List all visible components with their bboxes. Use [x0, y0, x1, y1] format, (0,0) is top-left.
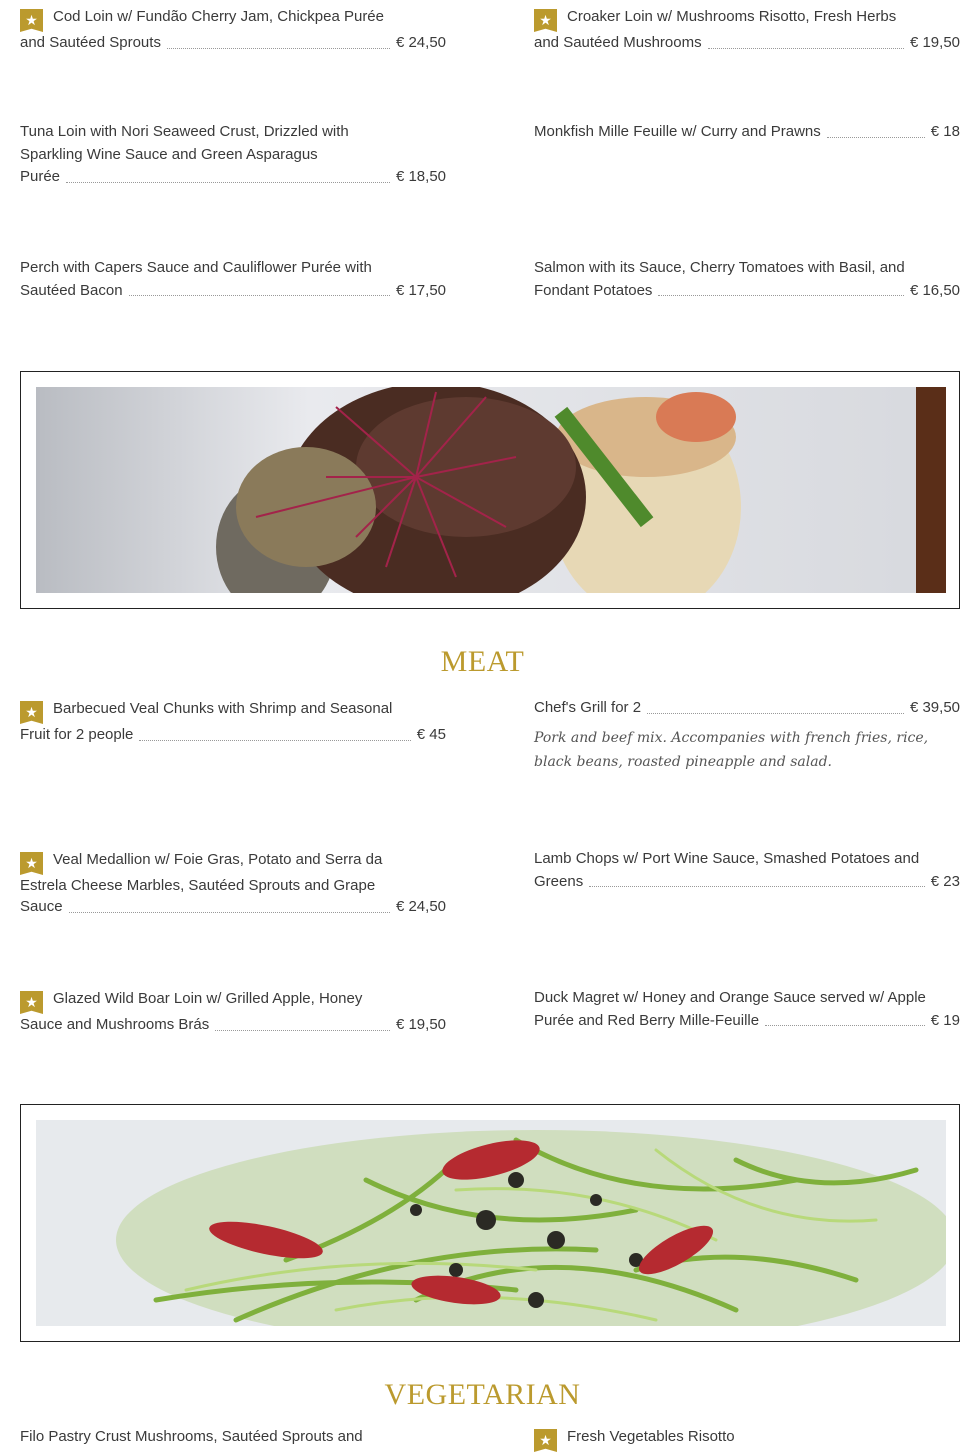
item-price: € 24,50 [395, 34, 446, 51]
item-name-end: Fondant Potatoes [534, 281, 653, 299]
item-description: Pork and beef mix. Accompanies with fren… [534, 729, 929, 770]
item-name: Lamb Chops w/ Port Wine Sauce, Smashed P… [534, 850, 920, 867]
item-name: Croaker Loin w/ Mushrooms Risotto, Fresh… [567, 8, 897, 25]
star-icon: ★ [534, 1429, 557, 1452]
item-name-end: Greens [534, 872, 584, 890]
star-icon: ★ [20, 9, 43, 32]
item-name-end: Sauce [20, 898, 63, 915]
star-icon: ★ [20, 991, 43, 1014]
item-price: € 19,50 [909, 34, 960, 51]
menu-item: ★ Cod Loin w/ Fundão Cherry Jam, Chickpea… [20, 6, 446, 55]
menu-item: Duck Magret w/ Honey and Orange Sauce se… [534, 987, 960, 1032]
item-name: Glazed Wild Boar Loin w/ Grilled Apple, … [53, 990, 363, 1007]
item-price: € 18,50 [395, 168, 446, 185]
item-name: Monkfish Mille Feuille w/ Curry and Praw… [534, 123, 821, 140]
menu-item: Salmon with its Sauce, Cherry Tomatoes w… [534, 257, 960, 302]
menu-item-price-line: Sauce € 24,50 [20, 896, 446, 919]
item-name-end: and Sautéed Sprouts [20, 34, 161, 51]
item-name: Salmon with its Sauce, Cherry Tomatoes w… [534, 259, 905, 276]
item-name-end: Sautéed Bacon [20, 281, 123, 299]
section-title-vegetarian: VEGETARIAN [384, 1378, 581, 1411]
item-price: € 19,50 [395, 1016, 446, 1033]
menu-item: ★ Fresh Vegetables Risotto [534, 1426, 960, 1452]
item-price: € 23 [930, 872, 960, 890]
menu-item: ★ Glazed Wild Boar Loin w/ Grilled Apple,… [20, 988, 446, 1037]
section-title-meat: MEAT [440, 645, 525, 678]
menu-item: ★ Croaker Loin w/ Mushrooms Risotto, Fres… [534, 6, 960, 55]
item-price: € 16,50 [909, 281, 960, 299]
menu-item: ★ Barbecued Veal Chunks with Shrimp and S… [20, 698, 446, 747]
item-name: Chef's Grill for 2 [534, 699, 642, 716]
menu-item: Tuna Loin with Nori Seaweed Crust, Drizz… [20, 121, 380, 166]
star-icon: ★ [534, 9, 557, 32]
item-price: € 18 [930, 123, 960, 140]
item-name: Barbecued Veal Chunks with Shrimp and Se… [53, 700, 393, 717]
photo-frame [20, 371, 960, 609]
item-price: € 39,50 [909, 699, 960, 716]
star-icon: ★ [20, 852, 43, 875]
item-price: € 17,50 [395, 281, 446, 299]
item-price: € 24,50 [395, 898, 446, 915]
menu-item: Perch with Capers Sauce and Cauliflower … [20, 257, 446, 302]
item-name-end: Purée and Red Berry Mille-Feuille [534, 1011, 760, 1029]
menu-item-price-line: Purée € 18,50 [20, 166, 446, 189]
item-name: Perch with Capers Sauce and Cauliflower … [20, 259, 372, 276]
item-name: Cod Loin w/ Fundão Cherry Jam, Chickpea … [53, 8, 384, 25]
item-name-end: and Sautéed Mushrooms [534, 34, 702, 51]
steak-dish-photo [36, 387, 946, 593]
item-name: Veal Medallion w/ Foie Gras, Potato and … [20, 851, 383, 894]
item-price: € 19 [930, 1011, 960, 1029]
item-name-end: Fruit for 2 people [20, 726, 134, 743]
salad-dish-photo [36, 1120, 946, 1326]
menu-item: Chef's Grill for 2 € 39,50 Pork and beef … [534, 697, 960, 774]
item-name: Filo Pastry Crust Mushrooms, Sautéed Spr… [20, 1428, 363, 1445]
item-name: Duck Magret w/ Honey and Orange Sauce se… [534, 989, 926, 1006]
item-price: € 45 [416, 726, 446, 743]
menu-item: Filo Pastry Crust Mushrooms, Sautéed Spr… [20, 1426, 446, 1449]
photo-frame [20, 1104, 960, 1342]
star-icon: ★ [20, 701, 43, 724]
menu-item: Monkfish Mille Feuille w/ Curry and Praw… [534, 121, 960, 144]
item-name-end: Sauce and Mushrooms Brás [20, 1016, 210, 1033]
item-name: Fresh Vegetables Risotto [567, 1428, 735, 1445]
menu-item: Lamb Chops w/ Port Wine Sauce, Smashed P… [534, 848, 960, 893]
item-name-end: Purée [20, 168, 61, 185]
item-name: Tuna Loin with Nori Seaweed Crust, Drizz… [20, 123, 349, 163]
menu-item: ★ Veal Medallion w/ Foie Gras, Potato and… [20, 849, 400, 898]
